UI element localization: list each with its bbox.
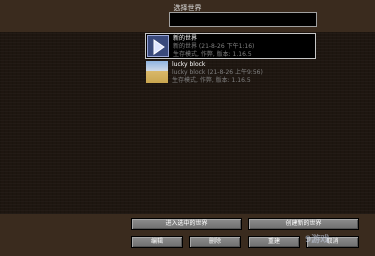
- world-mode-version: 生存模式, 作弊, 版本: 1.16.5: [172, 77, 251, 84]
- world-entry-2[interactable]: lucky block lucky block (21-8-26 上午9:56)…: [145, 60, 316, 86]
- world-mode-version: 生存模式, 作弊, 版本: 1.16.5: [173, 51, 252, 58]
- create-new-world-button[interactable]: 创建新的世界: [248, 218, 359, 230]
- world-folder-date: lucky block (21-8-26 上午9:56): [172, 69, 263, 76]
- play-arrow-icon[interactable]: [147, 35, 169, 57]
- search-input[interactable]: [169, 12, 317, 27]
- play-selected-world-button[interactable]: 进入选中的世界: [131, 218, 242, 230]
- recreate-button[interactable]: 重建: [248, 236, 300, 248]
- world-folder-date: 新的世界 (21-8-26 下午1:16): [173, 43, 255, 50]
- world-entry-1[interactable]: 新的世界 新的世界 (21-8-26 下午1:16) 生存模式, 作弊, 版本:…: [145, 33, 316, 59]
- delete-button[interactable]: 删除: [189, 236, 241, 248]
- edit-button[interactable]: 编辑: [131, 236, 183, 248]
- world-name: lucky block: [172, 61, 206, 68]
- world-name: 新的世界: [173, 35, 198, 42]
- desert-thumbnail-icon: [146, 61, 168, 83]
- watermark-logo: 9游戏: [305, 235, 330, 245]
